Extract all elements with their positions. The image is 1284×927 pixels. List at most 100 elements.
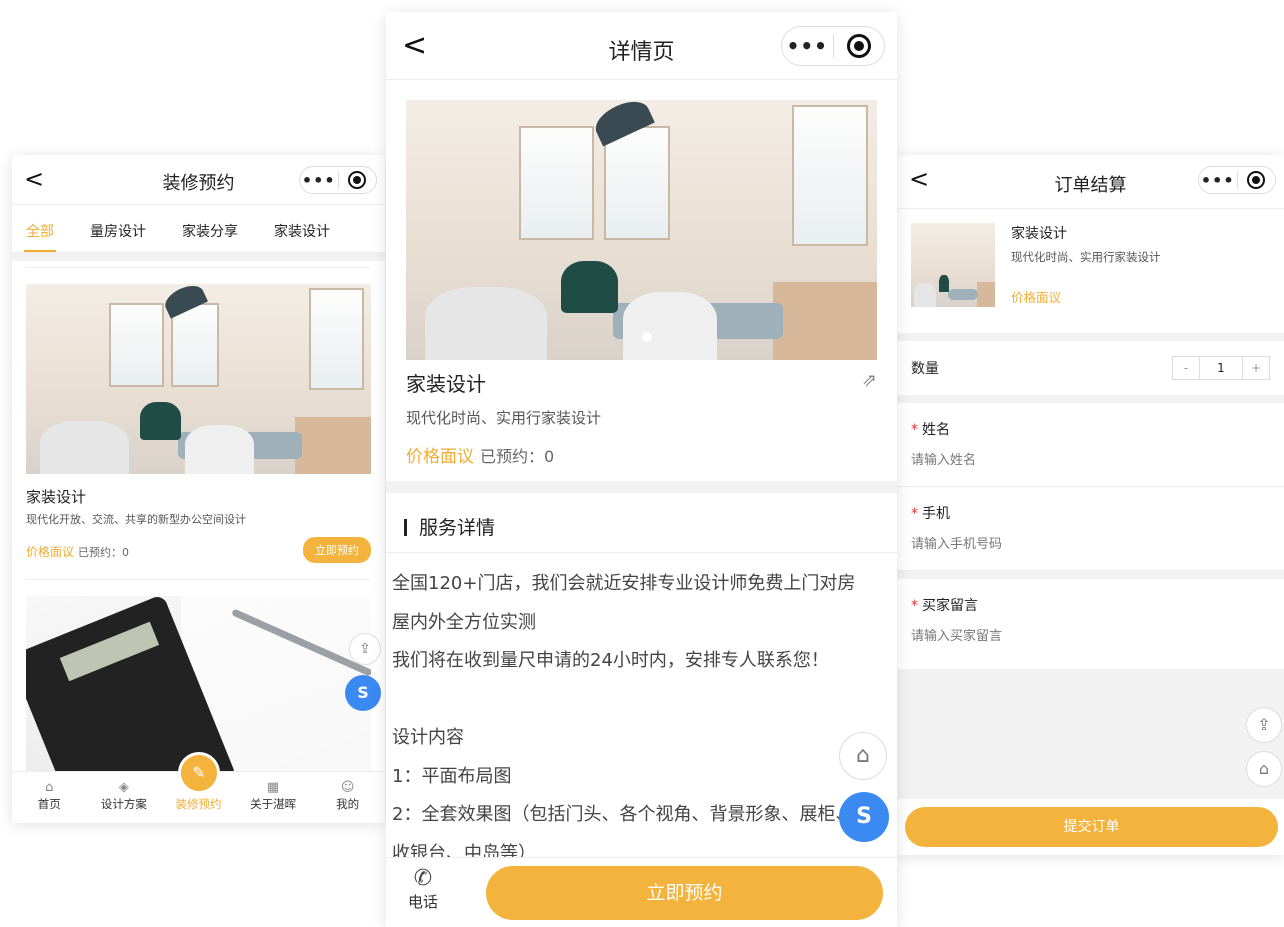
chair-shape: [914, 283, 937, 307]
window-shape: [108, 303, 164, 387]
tabbar-label: 装修预约: [175, 797, 222, 811]
chat-service-icon[interactable]: S: [839, 792, 889, 842]
call-button[interactable]: ✆ 电话: [408, 866, 438, 912]
window-shape: [603, 126, 670, 241]
user-icon: ☺: [340, 780, 355, 795]
chair-shape: [622, 292, 717, 360]
service-heading: 服务详情: [419, 517, 496, 539]
more-menu-icon[interactable]: •••: [1199, 171, 1237, 190]
item-price: 价格面议: [1011, 290, 1062, 305]
divider-strip: [12, 253, 385, 261]
target-icon: [348, 171, 367, 189]
window-shape: [308, 287, 365, 391]
tab-home-design[interactable]: 家装设计: [274, 205, 330, 252]
home-icon[interactable]: ⌂: [839, 732, 887, 780]
close-target-button[interactable]: [1238, 171, 1276, 189]
carousel-indicator[interactable]: [641, 332, 652, 342]
close-target-button[interactable]: [339, 171, 377, 189]
service-line: 全国120+门店，我们会就近安排专业设计师免费上门对房: [392, 573, 856, 594]
spacer-area: ⇪ ⌂: [897, 669, 1284, 799]
booked-count: 已预约：0: [480, 447, 555, 466]
tabbar-item-mine[interactable]: ☺ 我的: [310, 772, 385, 823]
service-header: 服务详情: [386, 493, 897, 553]
tabbar-item-design-plan[interactable]: ◈ 设计方案: [87, 772, 162, 823]
item-meta-row: 价格面议 已预约：0 立即预约: [26, 537, 371, 563]
shelf-shape: [295, 417, 371, 474]
mini-program-capsule: •••: [781, 26, 885, 66]
product-price: 价格面议: [406, 447, 474, 467]
share-icon[interactable]: ⇪: [349, 633, 381, 665]
service-line: 屋内外全方位实测: [392, 611, 536, 633]
field-label-text: 手机: [922, 506, 950, 522]
share-icon[interactable]: ⇗: [862, 370, 877, 391]
item-price: 价格面议: [26, 544, 75, 559]
service-line: 设计内容: [392, 727, 464, 748]
window-shape: [519, 126, 595, 241]
section-divider: [897, 333, 1284, 341]
book-now-button[interactable]: 立即预约: [303, 537, 371, 563]
navbar: < 详情页 •••: [386, 12, 897, 80]
home-icon: ⌂: [45, 780, 54, 795]
message-input[interactable]: 请输入买家留言: [911, 625, 1270, 644]
book-now-button[interactable]: 立即预约: [486, 866, 883, 920]
service-line: [392, 681, 891, 720]
item-subtitle: 现代化时尚、实用行家装设计: [1011, 250, 1161, 264]
decrement-button[interactable]: -: [1173, 357, 1199, 379]
share-icon[interactable]: ⇪: [1246, 707, 1282, 743]
hero-carousel[interactable]: [406, 100, 877, 360]
field-label-text: 买家留言: [922, 598, 978, 614]
phone-input[interactable]: 请输入手机号码: [911, 533, 1270, 552]
tab-all[interactable]: 全部: [24, 205, 56, 252]
navbar: < 装修预约 •••: [12, 155, 385, 205]
required-mark: *: [911, 422, 918, 438]
booking-list-screen: < 装修预约 ••• 全部 量房设计 家装分享 家装设计 家装设计 现代化开放、…: [12, 155, 385, 823]
list-item[interactable]: [26, 579, 371, 776]
more-menu-icon[interactable]: •••: [782, 34, 833, 58]
product-subtitle: 现代化时尚、实用行家装设计: [406, 409, 602, 427]
name-input[interactable]: 请输入姓名: [911, 449, 1270, 468]
list-item[interactable]: 家装设计 现代化开放、交流、共享的新型办公空间设计 价格面议 已预约：0 立即预约: [26, 267, 371, 563]
window-shape: [792, 105, 868, 246]
tabbar-item-about[interactable]: ▦ 关于湛晖: [236, 772, 311, 823]
bottom-tabbar: ⌂ 首页 ◈ 设计方案 装修预约 ▦ 关于湛晖 ☺ 我的 ✎: [12, 752, 385, 823]
order-item: 家装设计 现代化时尚、实用行家装设计 价格面议: [897, 209, 1284, 333]
mini-program-capsule: •••: [1198, 166, 1276, 194]
calculator-photo: [26, 596, 371, 776]
shelf-shape: [976, 281, 995, 307]
quantity-row: 数量 - 1 +: [897, 341, 1284, 395]
quantity-input[interactable]: 1: [1199, 357, 1243, 379]
phone-field[interactable]: * 手机 请输入手机号码: [897, 487, 1284, 571]
service-line: 1：平面布局图: [392, 765, 512, 787]
item-thumbnail: [911, 223, 995, 307]
pencil-icon[interactable]: ✎: [178, 752, 220, 794]
detail-screen: < 详情页 ••• 家装设计 ⇗ 现代化时尚、实用行家装设计 价格面议 已预约：0…: [386, 12, 897, 927]
target-icon: [1247, 171, 1266, 189]
field-label: * 买家留言: [911, 595, 1270, 615]
chair-shape: [139, 401, 182, 440]
close-target-button[interactable]: [834, 34, 885, 58]
item-subtitle: 现代化开放、交流、共享的新型办公空间设计: [26, 513, 246, 526]
tab-home-share[interactable]: 家装分享: [182, 205, 238, 252]
message-field[interactable]: * 买家留言 请输入买家留言: [897, 579, 1284, 663]
chat-service-icon[interactable]: S: [345, 675, 381, 711]
service-content: 全国120+门店，我们会就近安排专业设计师免费上门对房 屋内外全方位实测 我们将…: [386, 553, 897, 873]
submit-order-button[interactable]: 提交订单: [905, 807, 1278, 847]
home-icon[interactable]: ⌂: [1246, 751, 1282, 787]
increment-button[interactable]: +: [1243, 357, 1269, 379]
section-divider: [386, 481, 897, 493]
bottom-action-bar: ✆ 电话 立即预约: [386, 857, 897, 927]
tabbar-item-home[interactable]: ⌂ 首页: [12, 772, 87, 823]
tab-measure-design[interactable]: 量房设计: [90, 205, 146, 252]
chair-shape: [561, 261, 618, 314]
name-field[interactable]: * 姓名 请输入姓名: [897, 403, 1284, 487]
product-title: 家装设计: [406, 372, 486, 396]
call-label: 电话: [408, 893, 439, 911]
tabbar-label: 设计方案: [100, 797, 147, 811]
item-title: 家装设计: [26, 488, 87, 506]
more-menu-icon[interactable]: •••: [300, 171, 338, 190]
section-divider: [897, 395, 1284, 403]
tabbar-label: 关于湛晖: [250, 797, 297, 811]
item-title: 家装设计: [1011, 226, 1067, 242]
service-line: 2：全套效果图（包括门头、各个视角、背景形象、展柜、: [392, 804, 854, 825]
layers-icon: ◈: [118, 780, 129, 795]
